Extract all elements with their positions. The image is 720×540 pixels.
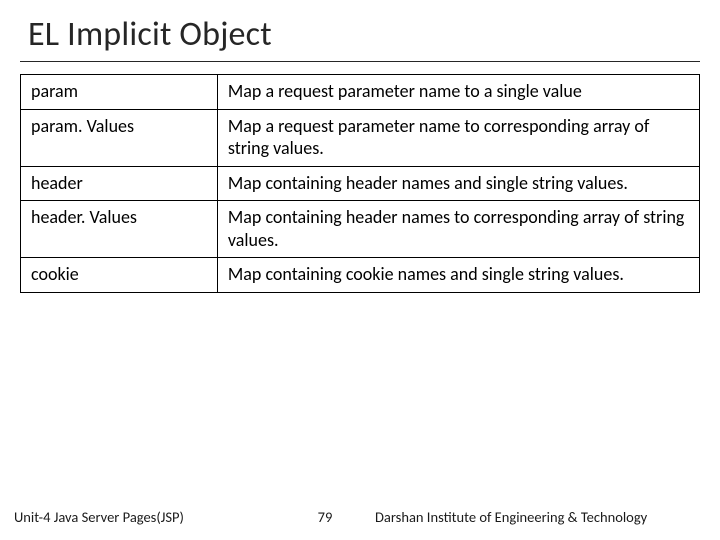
table-row: header Map containing header names and s… <box>21 166 700 201</box>
table-row: cookie Map containing cookie names and s… <box>21 258 700 293</box>
cell-name: param. Values <box>21 109 218 166</box>
cell-desc: Map containing cookie names and single s… <box>217 258 699 293</box>
table-row: header. Values Map containing header nam… <box>21 201 700 258</box>
footer-page-number: 79 <box>295 508 355 526</box>
cell-desc: Map a request parameter name to a single… <box>217 75 699 110</box>
cell-name: cookie <box>21 258 218 293</box>
page-title: EL Implicit Object <box>20 14 700 62</box>
cell-desc: Map a request parameter name to correspo… <box>217 109 699 166</box>
cell-desc: Map containing header names to correspon… <box>217 201 699 258</box>
footer-unit: Unit-4 Java Server Pages(JSP) <box>0 508 295 526</box>
cell-desc: Map containing header names and single s… <box>217 166 699 201</box>
footer-institute: Darshan Institute of Engineering & Techn… <box>355 508 720 526</box>
table-row: param Map a request parameter name to a … <box>21 75 700 110</box>
implicit-object-table: param Map a request parameter name to a … <box>20 74 700 293</box>
cell-name: header <box>21 166 218 201</box>
table-row: param. Values Map a request parameter na… <box>21 109 700 166</box>
slide: EL Implicit Object param Map a request p… <box>0 0 720 540</box>
footer: Unit-4 Java Server Pages(JSP) 79 Darshan… <box>0 506 720 528</box>
cell-name: header. Values <box>21 201 218 258</box>
cell-name: param <box>21 75 218 110</box>
